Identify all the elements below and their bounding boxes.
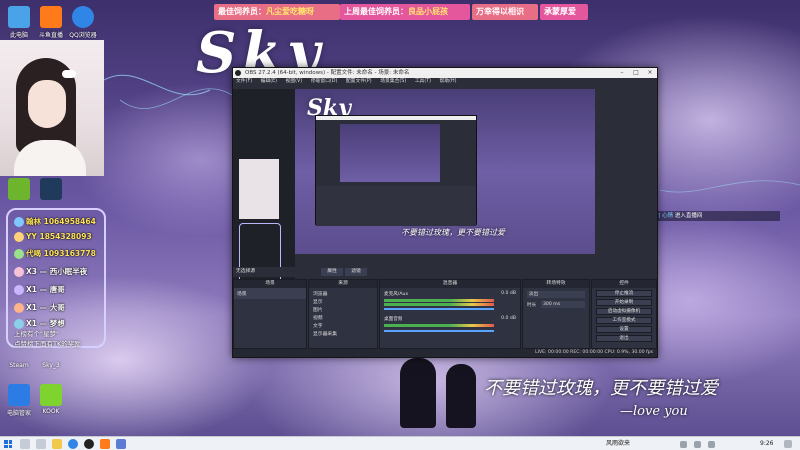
- transition-select[interactable]: 淡出: [527, 291, 585, 298]
- avatar: [14, 303, 24, 313]
- preview-slogan: 不要错过玫瑰，更不要错过爱: [401, 228, 505, 237]
- minimize-button[interactable]: –: [615, 68, 629, 78]
- tray-input-icon[interactable]: [708, 441, 715, 448]
- source-item[interactable]: 图片: [313, 306, 323, 313]
- maximize-button[interactable]: □: [629, 68, 643, 78]
- mixer-slider[interactable]: [384, 330, 494, 332]
- avatar: [14, 249, 24, 259]
- gift-row: X1 — 唐哥: [14, 284, 65, 295]
- webcam-feed: [0, 40, 104, 176]
- taskbar: 风雨欲来 9:26: [0, 436, 800, 450]
- sky-game-icon[interactable]: [116, 439, 126, 449]
- douyu-taskbar-icon[interactable]: [100, 439, 110, 449]
- settings-button[interactable]: 设置: [596, 326, 652, 333]
- tray-network-icon[interactable]: [680, 441, 687, 448]
- scene-item[interactable]: 场景: [234, 288, 306, 299]
- source-item[interactable]: 浏览器: [313, 290, 327, 297]
- gift-row: YY 1854328093: [14, 232, 92, 242]
- gift-footer-2: 点赞榜下面有TK的奖励: [14, 340, 81, 348]
- gift-row: 代喝 1093163778: [14, 248, 96, 259]
- obs-title-text: OBS 27.2.4 (64-bit, windows) - 配置文件: 未命名…: [245, 70, 410, 76]
- obs-mixer-panel: 混音器 麦克风/Aux 0.0 dB 桌面音频 0.0 dB: [379, 279, 521, 349]
- windows-start-icon[interactable]: [4, 440, 12, 448]
- mixer-track-label: 桌面音频: [384, 317, 403, 322]
- filters-button[interactable]: 滤镜: [345, 268, 367, 276]
- obs-transitions-panel: 转场特效 淡出 时长 300 ms: [522, 279, 590, 349]
- avatar: [14, 217, 24, 227]
- virtual-camera-button[interactable]: 启动虚拟摄像机: [596, 308, 652, 315]
- menu-file[interactable]: 文件(F): [236, 79, 252, 84]
- close-button[interactable]: ×: [643, 68, 657, 78]
- menu-edit[interactable]: 编辑(E): [261, 79, 277, 84]
- mixer-meter: [384, 303, 494, 306]
- obs-window[interactable]: OBS 27.2.4 (64-bit, windows) - 配置文件: 未命名…: [232, 67, 658, 358]
- slogan-line-1: 不要错过玫瑰，更不要错过爱: [484, 378, 718, 399]
- sources-panel-title: 来源: [309, 280, 377, 288]
- obs-preview-toolbar: 无选择源 属性 滤镜: [233, 267, 657, 277]
- character-silhouette: [400, 358, 436, 428]
- avatar: [14, 267, 24, 277]
- source-item[interactable]: 视频: [313, 314, 323, 321]
- mixer-meter: [384, 299, 494, 302]
- obs-taskbar-icon[interactable]: [84, 439, 94, 449]
- obs-app-icon: [235, 70, 241, 76]
- mixer-slider[interactable]: [384, 308, 494, 310]
- menu-scene-collection[interactable]: 场景集合(S): [380, 79, 406, 84]
- menu-docks[interactable]: 停靠窗口(D): [311, 79, 338, 84]
- mixer-meter: [384, 324, 494, 327]
- gift-leaderboard: 翰林 1064958464 YY 1854328093 代喝 109316377…: [6, 208, 106, 348]
- mixer-track-level: 0.0 dB: [501, 291, 516, 296]
- properties-button[interactable]: 属性: [321, 268, 343, 276]
- weather-text[interactable]: 风雨欲来: [606, 437, 630, 450]
- browser-icon[interactable]: [68, 439, 78, 449]
- mixer-track-label: 麦克风/Aux: [384, 292, 409, 297]
- gift-row: X1 — 大哥: [14, 302, 65, 313]
- obs-scenes-panel: 场景 场景: [233, 279, 307, 349]
- avatar: [14, 285, 24, 295]
- obs-title-bar[interactable]: OBS 27.2.4 (64-bit, windows) - 配置文件: 未命名…: [233, 68, 657, 78]
- exit-button[interactable]: 退出: [596, 335, 652, 342]
- obs-controls-panel: 控件 停止推流 开始录制 启动虚拟摄像机 工作室模式 设置 退出: [591, 279, 657, 349]
- gift-row: 翰林 1064958464: [14, 216, 96, 227]
- controls-panel-title: 控件: [592, 280, 656, 288]
- tray-volume-icon[interactable]: [694, 441, 701, 448]
- obs-status-bar: LIVE: 00:00:00 REC: 00:00:00 CPU: 0.9%, …: [233, 349, 657, 357]
- nested-obs-window: [315, 115, 477, 226]
- menu-view[interactable]: 视图(V): [286, 79, 303, 84]
- menu-profile[interactable]: 配置文件(P): [346, 79, 372, 84]
- menu-tools[interactable]: 工具(T): [415, 79, 431, 84]
- menu-help[interactable]: 帮助(H): [440, 79, 457, 84]
- source-item[interactable]: 显示器采集: [313, 330, 337, 337]
- start-recording-button[interactable]: 开始录制: [596, 299, 652, 306]
- obs-menu-bar: 文件(F) 编辑(E) 视图(V) 停靠窗口(D) 配置文件(P) 场景集合(S…: [233, 78, 657, 86]
- source-item[interactable]: 文字: [313, 322, 323, 329]
- character-silhouette: [446, 364, 476, 428]
- gift-footer-1: 上榜有个"星梦": [14, 330, 59, 338]
- slogan-line-2: —love you: [620, 404, 688, 419]
- scenes-panel-title: 场景: [234, 280, 306, 288]
- duration-input[interactable]: 300 ms: [541, 301, 585, 308]
- task-view-icon[interactable]: [36, 439, 46, 449]
- stop-streaming-button[interactable]: 停止推流: [596, 290, 652, 297]
- transitions-panel-title: 转场特效: [523, 280, 589, 288]
- obs-sources-panel: 来源 浏览器 显示 图片 视频 文字 显示器采集: [308, 279, 378, 349]
- duration-label: 时长: [527, 303, 537, 308]
- clock-time[interactable]: 9:26: [760, 437, 773, 450]
- mixer-panel-title: 混音器: [380, 280, 520, 288]
- notification-icon[interactable]: [784, 440, 792, 448]
- source-item[interactable]: 显示: [313, 298, 323, 305]
- search-icon[interactable]: [20, 439, 30, 449]
- obs-preview-canvas[interactable]: Sky 不要错过玫瑰，更不要错过爱: [295, 89, 595, 254]
- avatar: [14, 232, 24, 242]
- mixer-track-level: 0.0 dB: [501, 316, 516, 321]
- studio-mode-button[interactable]: 工作室模式: [596, 317, 652, 324]
- gift-row: X3 — 西小眠半夜: [14, 266, 87, 277]
- file-explorer-icon[interactable]: [52, 439, 62, 449]
